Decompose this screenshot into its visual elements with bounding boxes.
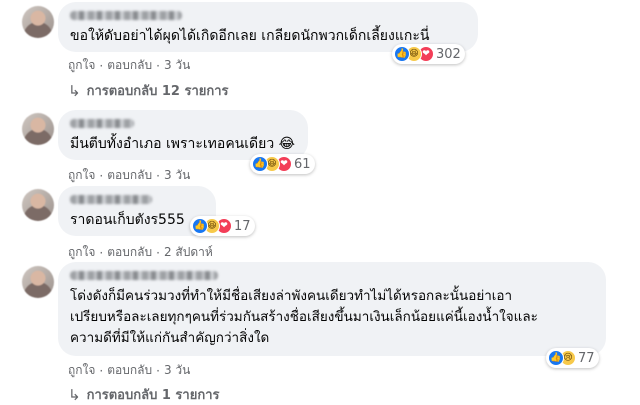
comment-text: มีนตีบทั้งอำเภอ เพราะเทอคนเดียว 😂	[70, 136, 296, 152]
timestamp[interactable]: 3 วัน	[164, 166, 190, 185]
comment-bubble: โด่งดังก็มีคนร่วมวงที่ทำให้มีชื่อเสียงล่…	[58, 262, 606, 356]
commenter-name[interactable]	[70, 11, 182, 20]
timestamp[interactable]: 3 วัน	[164, 56, 190, 75]
reaction-count: 17	[234, 218, 251, 234]
reaction-count: 302	[436, 46, 461, 62]
view-replies-link[interactable]: ↳ การตอบกลับ 12 รายการ	[68, 80, 229, 101]
reply-arrow-icon: ↳	[68, 385, 81, 404]
reply-button[interactable]: ตอบกลับ	[107, 166, 152, 185]
separator: ·	[99, 58, 104, 73]
comment-actions: ถูกใจ · ตอบกลับ · 3 วัน	[68, 361, 190, 380]
reaction-count: 61	[294, 156, 311, 172]
like-icon: 👍	[394, 46, 410, 62]
like-icon: 👍	[192, 218, 208, 234]
reply-button[interactable]: ตอบกลับ	[107, 243, 152, 262]
separator: ·	[156, 245, 160, 260]
separator: ·	[99, 245, 104, 260]
like-button[interactable]: ถูกใจ	[68, 56, 95, 75]
separator: ·	[99, 363, 104, 378]
separator: ·	[156, 363, 160, 378]
comment-actions: ถูกใจ · ตอบกลับ · 2 สัปดาห์	[68, 243, 213, 262]
reply-button[interactable]: ตอบกลับ	[107, 361, 152, 380]
like-button[interactable]: ถูกใจ	[68, 243, 95, 262]
separator: ·	[156, 168, 160, 183]
commenter-name[interactable]	[70, 271, 218, 280]
reply-arrow-icon: ↳	[68, 81, 81, 100]
view-replies-link[interactable]: ↳ การตอบกลับ 1 รายการ	[68, 384, 219, 405]
reaction-count: 77	[578, 350, 595, 366]
timestamp[interactable]: 3 วัน	[164, 361, 190, 380]
commenter-name[interactable]	[70, 119, 134, 128]
separator: ·	[99, 168, 104, 183]
like-icon: 👍	[548, 350, 564, 366]
reaction-summary[interactable]: 👍 😢 77	[546, 348, 599, 368]
comment-text: โด่งดังก็มีคนร่วมวงที่ทำให้มีชื่อเสียงล่…	[70, 288, 538, 346]
comment-text: ราดอนเก็บตังร555	[70, 212, 185, 228]
commenter-avatar[interactable]	[22, 113, 54, 145]
comment-actions: ถูกใจ · ตอบกลับ · 3 วัน	[68, 56, 190, 75]
like-icon: 👍	[252, 156, 268, 172]
commenter-avatar[interactable]	[22, 189, 54, 221]
reply-button[interactable]: ตอบกลับ	[107, 56, 152, 75]
reaction-summary[interactable]: 👍 😆 ❤ 17	[190, 216, 255, 236]
like-button[interactable]: ถูกใจ	[68, 361, 95, 380]
commenter-avatar[interactable]	[22, 6, 54, 38]
timestamp[interactable]: 2 สัปดาห์	[164, 243, 213, 262]
comment-actions: ถูกใจ · ตอบกลับ · 3 วัน	[68, 166, 190, 185]
reaction-summary[interactable]: 👍 😆 ❤ 302	[392, 44, 465, 64]
like-button[interactable]: ถูกใจ	[68, 166, 95, 185]
commenter-name[interactable]	[70, 195, 152, 204]
comment-bubble: มีนตีบทั้งอำเภอ เพราะเทอคนเดียว 😂	[58, 110, 308, 160]
separator: ·	[156, 58, 160, 73]
reaction-summary[interactable]: 👍 😆 ❤ 61	[250, 154, 315, 174]
replies-count-label: การตอบกลับ 12 รายการ	[86, 84, 229, 99]
commenter-avatar[interactable]	[22, 266, 54, 298]
replies-count-label: การตอบกลับ 1 รายการ	[86, 388, 220, 403]
